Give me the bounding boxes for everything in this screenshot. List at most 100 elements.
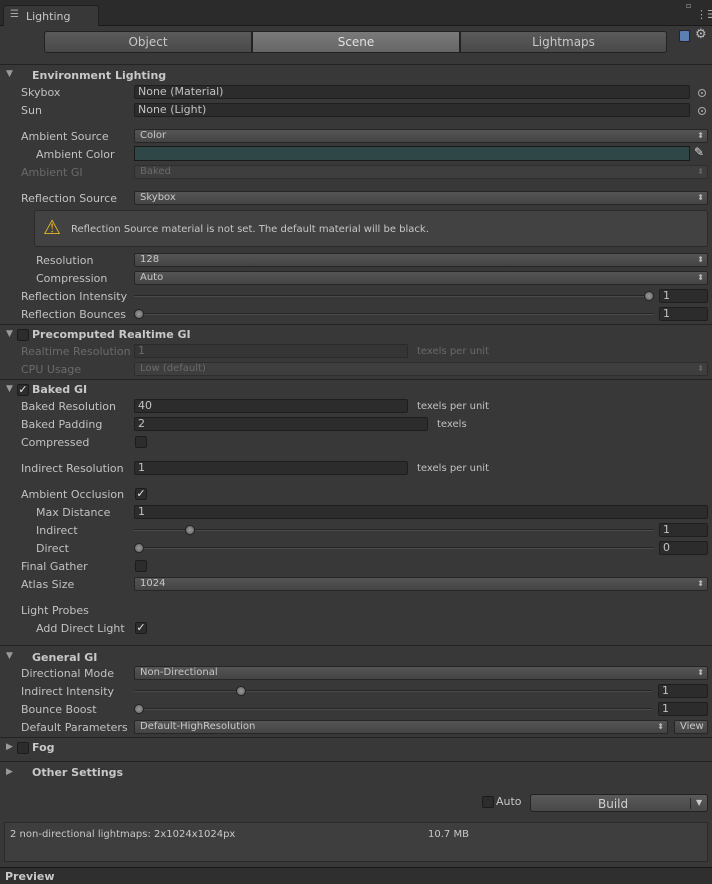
reflection-intensity-slider-track[interactable] — [134, 295, 654, 297]
reflection-bounces-slider-thumb[interactable] — [134, 309, 144, 319]
bounce-boost-label: Bounce Boost — [21, 703, 97, 716]
ambient-color-swatch[interactable] — [134, 146, 690, 161]
reflection-intensity-label: Reflection Intensity — [21, 290, 128, 303]
general-gi-header[interactable]: General GI — [32, 651, 97, 664]
environment-foldout-arrow-icon[interactable]: ▼ — [6, 69, 13, 79]
indirect-intensity-field[interactable]: 1 — [658, 684, 708, 698]
sun-object-picker-icon[interactable] — [698, 107, 706, 115]
baked-gi-foldout-arrow-icon[interactable]: ▼ — [6, 384, 13, 394]
tab-lightmaps[interactable]: Lightmaps — [460, 31, 667, 53]
final-gather-checkbox[interactable] — [135, 560, 147, 572]
baked-padding-label: Baked Padding — [21, 418, 103, 431]
fog-foldout-arrow-icon[interactable]: ▶ — [6, 742, 13, 752]
default-parameters-label: Default Parameters — [21, 721, 128, 734]
atlas-size-label: Atlas Size — [21, 578, 75, 591]
light-probes-label: Light Probes — [21, 604, 89, 617]
menu-icon[interactable]: ⋮☰ — [696, 8, 712, 21]
settings-gear-icon[interactable]: ⚙ — [695, 27, 707, 42]
preview-bar[interactable]: Preview — [0, 867, 712, 884]
other-settings-foldout-arrow-icon[interactable]: ▶ — [6, 767, 13, 777]
baked-padding-unit: texels — [437, 419, 467, 430]
compression-dropdown[interactable]: Auto ⬍ — [134, 271, 708, 285]
other-settings-header[interactable]: Other Settings — [32, 766, 123, 779]
compressed-checkbox[interactable] — [135, 436, 147, 448]
realtime-resolution-value: 1 — [138, 344, 145, 357]
reflection-bounces-field[interactable]: 1 — [659, 307, 708, 321]
baked-resolution-field[interactable]: 40 — [134, 399, 408, 413]
indirect-resolution-value: 1 — [138, 461, 145, 474]
ao-indirect-label: Indirect — [36, 524, 78, 537]
resolution-dropdown[interactable]: 128 ⬍ — [134, 253, 708, 267]
lighting-tab-title: Lighting — [26, 10, 71, 23]
cpu-usage-value: Low (default) — [140, 363, 206, 374]
ao-direct-slider-thumb[interactable] — [134, 543, 144, 553]
build-divider — [690, 798, 691, 809]
indirect-intensity-slider-thumb[interactable] — [235, 686, 246, 696]
separator — [0, 645, 712, 646]
ao-direct-value: 0 — [663, 541, 670, 554]
ao-direct-field[interactable]: 0 — [659, 541, 708, 555]
atlas-size-dropdown[interactable]: 1024 ⬍ — [134, 577, 708, 591]
reflection-intensity-field[interactable]: 1 — [659, 289, 708, 303]
max-distance-field[interactable]: 1 — [134, 505, 708, 519]
realtime-gi-header[interactable]: Precomputed Realtime GI — [32, 328, 191, 341]
warning-helpbox: ⚠ Reflection Source material is not set.… — [34, 210, 708, 247]
auto-checkbox[interactable] — [482, 796, 494, 808]
ambient-gi-label: Ambient GI — [21, 166, 83, 179]
ao-indirect-field[interactable]: 1 — [659, 523, 708, 537]
skybox-object-picker-icon[interactable] — [698, 89, 706, 97]
build-options-chevron-down-icon[interactable]: ▼ — [696, 798, 702, 807]
baked-gi-header[interactable]: Baked GI — [32, 383, 87, 396]
ambient-color-label: Ambient Color — [36, 148, 115, 161]
maximize-icon[interactable]: ▫ — [686, 1, 691, 10]
reflection-intensity-slider-thumb[interactable] — [644, 291, 654, 301]
directional-mode-dropdown[interactable]: Non-Directional ⬍ — [134, 666, 708, 680]
cpu-usage-dropdown: Low (default) ⬍ — [134, 362, 708, 376]
baked-padding-field[interactable]: 2 — [134, 417, 428, 431]
bounce-boost-value: 1 — [662, 702, 669, 715]
preview-label: Preview — [5, 870, 55, 883]
reflection-source-dropdown[interactable]: Skybox ⬍ — [134, 191, 708, 205]
tab-scene[interactable]: Scene — [252, 31, 460, 53]
ambient-gi-value: Baked — [140, 166, 171, 177]
realtime-gi-checkbox[interactable] — [17, 329, 29, 341]
ambient-occlusion-checkbox[interactable]: ✓ — [135, 488, 147, 500]
dropdown-arrow-icon: ⬍ — [697, 131, 704, 140]
realtime-resolution-label: Realtime Resolution — [21, 345, 131, 358]
tab-object-label: Object — [128, 35, 168, 49]
view-button[interactable]: View — [674, 720, 708, 734]
ao-indirect-slider-track[interactable] — [134, 529, 654, 531]
dropdown-arrow-icon: ⬍ — [697, 668, 704, 677]
ambient-source-dropdown[interactable]: Color ⬍ — [134, 129, 708, 143]
help-icon[interactable] — [679, 30, 690, 42]
indirect-resolution-label: Indirect Resolution — [21, 462, 124, 475]
fog-checkbox[interactable] — [17, 742, 29, 754]
skybox-label: Skybox — [21, 86, 61, 99]
realtime-gi-foldout-arrow-icon[interactable]: ▼ — [6, 329, 13, 339]
default-parameters-dropdown[interactable]: Default-HighResolution ⬍ — [134, 720, 668, 734]
ao-direct-slider-track[interactable] — [134, 547, 654, 549]
ao-indirect-slider-thumb[interactable] — [185, 525, 195, 535]
general-gi-foldout-arrow-icon[interactable]: ▼ — [6, 651, 13, 661]
cpu-usage-label: CPU Usage — [21, 363, 82, 376]
fog-header[interactable]: Fog — [32, 741, 55, 754]
skybox-field[interactable]: None (Material) — [134, 85, 690, 99]
indirect-intensity-slider-track[interactable] — [134, 690, 652, 692]
eyedropper-icon[interactable]: ✎ — [694, 145, 704, 159]
dropdown-arrow-icon: ⬍ — [697, 364, 704, 373]
environment-lighting-header[interactable]: Environment Lighting — [32, 69, 166, 82]
sun-field[interactable]: None (Light) — [134, 103, 690, 117]
baked-gi-checkbox[interactable]: ✓ — [17, 384, 29, 396]
ao-direct-label: Direct — [36, 542, 69, 555]
indirect-resolution-unit: texels per unit — [417, 463, 489, 474]
build-button[interactable]: Build ▼ — [530, 794, 708, 812]
tab-object[interactable]: Object — [44, 31, 252, 53]
reflection-bounces-slider-track[interactable] — [134, 313, 654, 315]
bounce-boost-slider-thumb[interactable] — [134, 704, 144, 714]
warning-text: Reflection Source material is not set. T… — [71, 224, 429, 235]
bounce-boost-slider-track[interactable] — [134, 708, 652, 710]
add-direct-light-checkbox[interactable]: ✓ — [135, 622, 147, 634]
bounce-boost-field[interactable]: 1 — [658, 702, 708, 716]
indirect-resolution-field[interactable]: 1 — [134, 461, 408, 475]
lighting-window-tab[interactable]: ☰ Lighting — [3, 5, 99, 26]
